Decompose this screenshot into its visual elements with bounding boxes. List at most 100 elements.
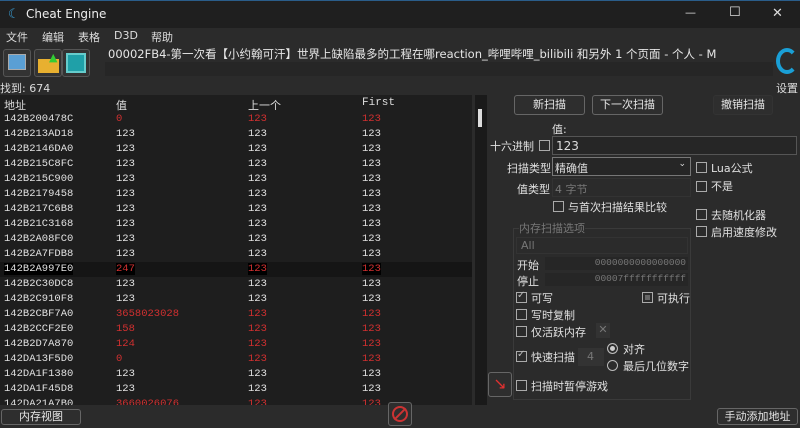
undo-scan-button[interactable]: 撤销扫描 bbox=[713, 95, 773, 115]
hex-checkbox[interactable] bbox=[539, 140, 550, 151]
new-scan-button[interactable]: 新扫描 bbox=[514, 95, 585, 115]
row-value: 124 bbox=[116, 338, 135, 350]
table-row[interactable]: 142B2D7A870 124 123 123 bbox=[0, 337, 472, 352]
scan-type-label: 扫描类型 bbox=[507, 162, 551, 175]
compare-first-checkbox[interactable] bbox=[553, 201, 564, 212]
row-previous: 123 bbox=[248, 188, 267, 200]
add-to-list-arrow-button[interactable]: ↘ bbox=[488, 372, 512, 397]
pause-game-checkbox[interactable] bbox=[516, 380, 527, 391]
writable-checkbox[interactable] bbox=[516, 290, 527, 303]
stop-scan-button[interactable] bbox=[388, 402, 412, 426]
value-type-select[interactable]: 4 字节 bbox=[552, 178, 691, 197]
table-row[interactable]: 142B213AD18 123 123 123 bbox=[0, 127, 472, 142]
row-address: 142B2179458 bbox=[4, 188, 74, 200]
table-row[interactable]: 142B2179458 123 123 123 bbox=[0, 187, 472, 202]
unrandomizer-checkbox[interactable] bbox=[696, 209, 707, 220]
row-address: 142B215C8FC bbox=[4, 158, 74, 170]
value-input[interactable]: 123 bbox=[552, 136, 797, 155]
table-row[interactable]: 142B215C8FC 123 123 123 bbox=[0, 157, 472, 172]
row-value: 123 bbox=[116, 248, 135, 260]
table-row[interactable]: 142B2C30DC8 123 123 123 bbox=[0, 277, 472, 292]
table-row[interactable]: 142B200478C 0 123 123 bbox=[0, 112, 472, 127]
stop-address-input[interactable]: 00007fffffffffff bbox=[545, 273, 688, 286]
fast-scan-checkbox[interactable] bbox=[516, 349, 527, 362]
not-label: 不是 bbox=[711, 180, 733, 193]
maximize-button[interactable]: ☐ bbox=[729, 5, 741, 20]
row-address: 142B2CCF2E0 bbox=[4, 323, 74, 335]
row-address: 142B2CBF7A0 bbox=[4, 308, 74, 320]
row-address: 142B2C910F8 bbox=[4, 293, 74, 305]
row-address: 142B2A997E0 bbox=[4, 263, 74, 275]
row-first: 123 bbox=[362, 383, 381, 395]
table-row[interactable]: 142DA1F1380 123 123 123 bbox=[0, 367, 472, 382]
start-address-input[interactable]: 0000000000000000 bbox=[545, 257, 688, 270]
row-address: 142B2A7FDB8 bbox=[4, 248, 74, 260]
column-address[interactable]: 地址 bbox=[4, 97, 26, 113]
table-row[interactable]: 142B2A7FDB8 123 123 123 bbox=[0, 247, 472, 262]
row-value: 158 bbox=[116, 323, 135, 335]
row-first: 123 bbox=[362, 173, 381, 185]
last-digits-radio[interactable] bbox=[607, 360, 618, 371]
row-first: 123 bbox=[362, 398, 381, 405]
add-address-manually-button[interactable]: 手动添加地址 bbox=[717, 408, 798, 425]
not-checkbox[interactable] bbox=[696, 181, 707, 192]
table-row[interactable]: 142B2CBF7A0 3658023028 123 123 bbox=[0, 307, 472, 322]
row-first: 123 bbox=[362, 263, 381, 275]
table-row[interactable]: 142B2A997E0 247 123 123 bbox=[0, 262, 472, 277]
fast-scan-input[interactable]: 4 bbox=[578, 348, 604, 366]
stop-label: 停止 bbox=[517, 275, 539, 288]
menu-edit[interactable]: 编辑 bbox=[42, 29, 64, 45]
fast-scan-label: 快速扫描 bbox=[531, 351, 575, 364]
menu-table[interactable]: 表格 bbox=[78, 29, 100, 45]
value-type-label: 值类型 bbox=[517, 183, 550, 196]
open-process-button[interactable] bbox=[3, 49, 31, 77]
close-button[interactable]: ✕ bbox=[772, 6, 783, 21]
next-scan-button[interactable]: 下一次扫描 bbox=[592, 95, 663, 115]
row-value: 0 bbox=[116, 353, 123, 365]
save-button[interactable] bbox=[62, 49, 90, 77]
column-first[interactable]: First bbox=[362, 97, 395, 109]
active-memory-checkbox[interactable] bbox=[516, 326, 527, 337]
open-file-button[interactable]: ▲ bbox=[34, 49, 62, 77]
table-row[interactable]: 142B2C910F8 123 123 123 bbox=[0, 292, 472, 307]
clear-icon[interactable]: ✕ bbox=[596, 323, 610, 338]
memory-view-button[interactable]: 内存视图 bbox=[1, 409, 81, 425]
unrandomizer-label: 去随机化器 bbox=[711, 209, 766, 222]
settings-button[interactable]: 设置 bbox=[774, 46, 800, 96]
row-value: 123 bbox=[116, 143, 135, 155]
executable-label: 可执行 bbox=[657, 292, 690, 305]
lua-formula-checkbox[interactable] bbox=[696, 162, 707, 173]
scan-type-select[interactable]: 精确值 ⌄ bbox=[552, 157, 691, 176]
column-value[interactable]: 值 bbox=[116, 97, 127, 113]
table-row[interactable]: 142B21C3168 123 123 123 bbox=[0, 217, 472, 232]
value-label: 值: bbox=[552, 123, 567, 136]
writable-label: 可写 bbox=[531, 292, 553, 305]
menu-help[interactable]: 帮助 bbox=[151, 29, 173, 45]
minimize-button[interactable]: — bbox=[685, 6, 696, 19]
settings-label: 设置 bbox=[776, 82, 798, 95]
menu-bar: 文件 编辑 表格 D3D 帮助 bbox=[0, 28, 800, 46]
speedhack-checkbox[interactable] bbox=[696, 226, 707, 237]
scrollbar[interactable] bbox=[475, 95, 487, 405]
row-previous: 123 bbox=[248, 338, 267, 350]
results-list[interactable]: 地址 值 上一个 First 142B200478C 0 123 123 142B213… bbox=[0, 95, 472, 405]
column-previous[interactable]: 上一个 bbox=[248, 97, 281, 113]
menu-d3d[interactable]: D3D bbox=[114, 29, 138, 42]
executable-checkbox[interactable] bbox=[642, 292, 653, 303]
table-row[interactable]: 142B2146DA0 123 123 123 bbox=[0, 142, 472, 157]
row-value: 123 bbox=[116, 203, 135, 215]
table-row[interactable]: 142B2A08FC0 123 123 123 bbox=[0, 232, 472, 247]
row-previous: 123 bbox=[248, 263, 267, 275]
row-previous: 123 bbox=[248, 323, 267, 335]
region-select[interactable]: All bbox=[516, 237, 688, 254]
table-row[interactable]: 142DA13F5D0 0 123 123 bbox=[0, 352, 472, 367]
table-row[interactable]: 142DA1F45D8 123 123 123 bbox=[0, 382, 472, 397]
table-row[interactable]: 142B215C900 123 123 123 bbox=[0, 172, 472, 187]
row-value: 123 bbox=[116, 188, 135, 200]
copy-on-write-checkbox[interactable] bbox=[516, 309, 527, 320]
table-row[interactable]: 142B2CCF2E0 158 123 123 bbox=[0, 322, 472, 337]
row-address: 142B2A08FC0 bbox=[4, 233, 74, 245]
menu-file[interactable]: 文件 bbox=[6, 29, 28, 45]
table-row[interactable]: 142B217C6B8 123 123 123 bbox=[0, 202, 472, 217]
align-radio[interactable] bbox=[607, 343, 618, 354]
